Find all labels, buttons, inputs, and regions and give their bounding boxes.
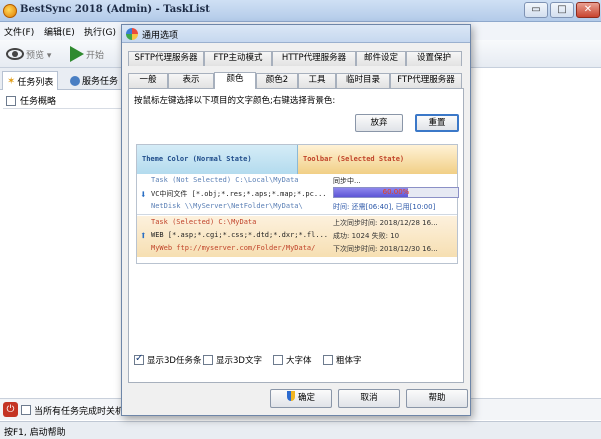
ok-label: 确定 — [297, 393, 315, 403]
menu-edit[interactable]: 编辑(E) — [44, 25, 75, 38]
preview-label: 预览 ▾ — [26, 50, 52, 61]
download-arrow-icon: ⬇ — [140, 188, 147, 201]
filter-web-files: WEB [*.asp;*.cgi;*.css;*.dtd;*.dxr;*.fl.… — [151, 231, 329, 239]
netdisk-path: NetDisk \\MyServer\NetFolder\MyData\ — [151, 202, 303, 210]
ok-button[interactable]: 确定 — [270, 389, 332, 408]
minimize-button[interactable]: ▭ — [524, 2, 548, 18]
tab-mail-settings[interactable]: 邮件设定 — [356, 51, 406, 66]
tab-service-task-label: 服务任务 — [82, 77, 119, 87]
tab-http-proxy[interactable]: HTTP代理服务器 — [272, 51, 356, 66]
start-button[interactable]: 开始 — [70, 44, 104, 64]
task-name-selected: Task (Selected) C:\MyData — [151, 218, 257, 226]
label-large-font: 大字体 — [286, 356, 312, 366]
help-button[interactable]: 帮助 — [406, 389, 468, 408]
tab-task-list-label: 任务列表 — [17, 77, 54, 88]
label-3d-text: 显示3D文字 — [216, 356, 262, 366]
tab-service-task[interactable]: 服务任务 — [66, 71, 122, 90]
menu-execute[interactable]: 执行(G) — [84, 25, 116, 38]
next-sync-time: 下次同步时间: 2018/12/30 16... — [333, 245, 438, 253]
task-summary-column: 任务概略 — [20, 97, 57, 107]
preview-button[interactable]: 预览 ▾ — [6, 44, 51, 64]
sync-progress-bar: 60.00% — [333, 187, 459, 198]
close-button[interactable]: ✕ — [576, 2, 600, 18]
checkbox-bold-font[interactable] — [323, 355, 333, 365]
task-preview-selected[interactable]: Task (Selected) C:\MyData 上次同步时间: 2018/1… — [137, 216, 457, 257]
checkbox-large-font[interactable] — [273, 355, 283, 365]
tab-general[interactable]: 一般 — [128, 73, 168, 88]
select-all-checkbox[interactable] — [6, 95, 16, 106]
upload-arrow-icon: ⬆ — [140, 229, 147, 242]
power-icon[interactable]: ⏻ — [3, 402, 18, 417]
task-name-not-selected: Task (Not Selected) C:\Local\MyData — [151, 176, 299, 184]
sync-progress-percent: 60.00% — [382, 188, 410, 196]
color-preview: Theme Color (Normal State) Toolbar (Sele… — [136, 144, 459, 264]
theme-color-normal-swatch[interactable]: Theme Color (Normal State) — [137, 145, 298, 174]
tab-ftp-proxy[interactable]: FTP代理服务器 — [390, 73, 462, 88]
dialog-title-bar: 通用选项 — [122, 25, 470, 43]
color-tab-panel: 按鼠标左键选择以下项目的文字颜色;右键选择背景色: 放弃 重置 Theme Co… — [128, 88, 464, 383]
myweb-ftp-path: MyWeb ftp://myserver.com/Folder/MyData/ — [151, 244, 316, 252]
shield-icon — [286, 391, 295, 401]
play-icon — [70, 46, 84, 62]
maximize-button[interactable]: □ — [550, 2, 574, 18]
syncing-status: 同步中... — [333, 177, 361, 185]
last-sync-time: 上次同步时间: 2018/12/28 16... — [333, 219, 438, 227]
main-tab-row: ✶ 任务列表 服务任务 — [0, 68, 130, 90]
reset-button[interactable]: 重置 — [415, 114, 459, 132]
checkbox-3d-text[interactable] — [203, 355, 213, 365]
tab-temp-dir[interactable]: 临时目录 — [336, 73, 390, 88]
discard-button[interactable]: 放弃 — [355, 114, 403, 132]
start-label: 开始 — [86, 50, 105, 61]
option-bold-font[interactable]: 粗体字 — [323, 354, 362, 366]
tab-protection[interactable]: 设置保护 — [406, 51, 462, 66]
option-3d-text[interactable]: 显示3D文字 — [203, 354, 262, 366]
tab-color[interactable]: 颜色 — [214, 72, 256, 89]
status-bar: 按F1, 启动帮助 — [0, 421, 601, 439]
option-3d-taskbar[interactable]: 显示3D任务条 — [134, 353, 202, 366]
toolbar-selected-swatch[interactable]: Toolbar (Selected State) — [298, 145, 457, 174]
star-icon: ✶ — [7, 75, 16, 87]
menu-file[interactable]: 文件(F) — [4, 25, 34, 38]
label-bold-font: 粗体字 — [336, 356, 362, 366]
tab-tools[interactable]: 工具 — [298, 73, 336, 88]
tab-task-list[interactable]: ✶ 任务列表 — [2, 71, 59, 90]
shutdown-checkbox[interactable] — [21, 405, 31, 415]
cancel-button[interactable]: 取消 — [338, 389, 400, 408]
task-preview-not-selected[interactable]: Task (Not Selected) C:\Local\MyData 同步中.… — [137, 174, 459, 215]
dialog-title: 通用选项 — [142, 31, 179, 41]
window-title: BestSync 2018 (Admin) - TaskList — [20, 4, 210, 15]
status-text: 按F1, 启动帮助 — [4, 428, 66, 438]
general-options-dialog: 通用选项 SFTP代理服务器 FTP主动模式 HTTP代理服务器 邮件设定 设置… — [121, 24, 471, 416]
time-remaining: 时间: 还需[06:40], 已用[10:00] — [333, 203, 436, 211]
bestsync-app-icon — [3, 4, 17, 18]
success-fail-count: 成功: 1024 失败: 10 — [333, 232, 400, 240]
eye-icon — [6, 48, 24, 60]
service-icon — [70, 75, 80, 86]
option-large-font[interactable]: 大字体 — [273, 354, 312, 366]
shutdown-label: 当所有任务完成时关机 • — [34, 407, 133, 417]
checkbox-3d-taskbar[interactable] — [134, 353, 144, 365]
tab-display[interactable]: 表示 — [168, 73, 214, 88]
dialog-app-icon — [126, 28, 138, 40]
filter-vc-files: VC中间文件 [*.obj;*.res;*.aps;*.map;*.pc... — [151, 190, 327, 198]
tab-ftp-active[interactable]: FTP主动模式 — [204, 51, 272, 66]
task-list-header: 任务概略 — [3, 93, 128, 109]
label-3d-taskbar: 显示3D任务条 — [147, 356, 202, 366]
tab-sftp-proxy[interactable]: SFTP代理服务器 — [128, 51, 204, 66]
main-title-bar: BestSync 2018 (Admin) - TaskList ▭ □ ✕ — [0, 0, 601, 22]
color-instruction: 按鼠标左键选择以下项目的文字颜色;右键选择背景色: — [134, 96, 336, 106]
tab-color2[interactable]: 颜色2 — [256, 73, 298, 88]
